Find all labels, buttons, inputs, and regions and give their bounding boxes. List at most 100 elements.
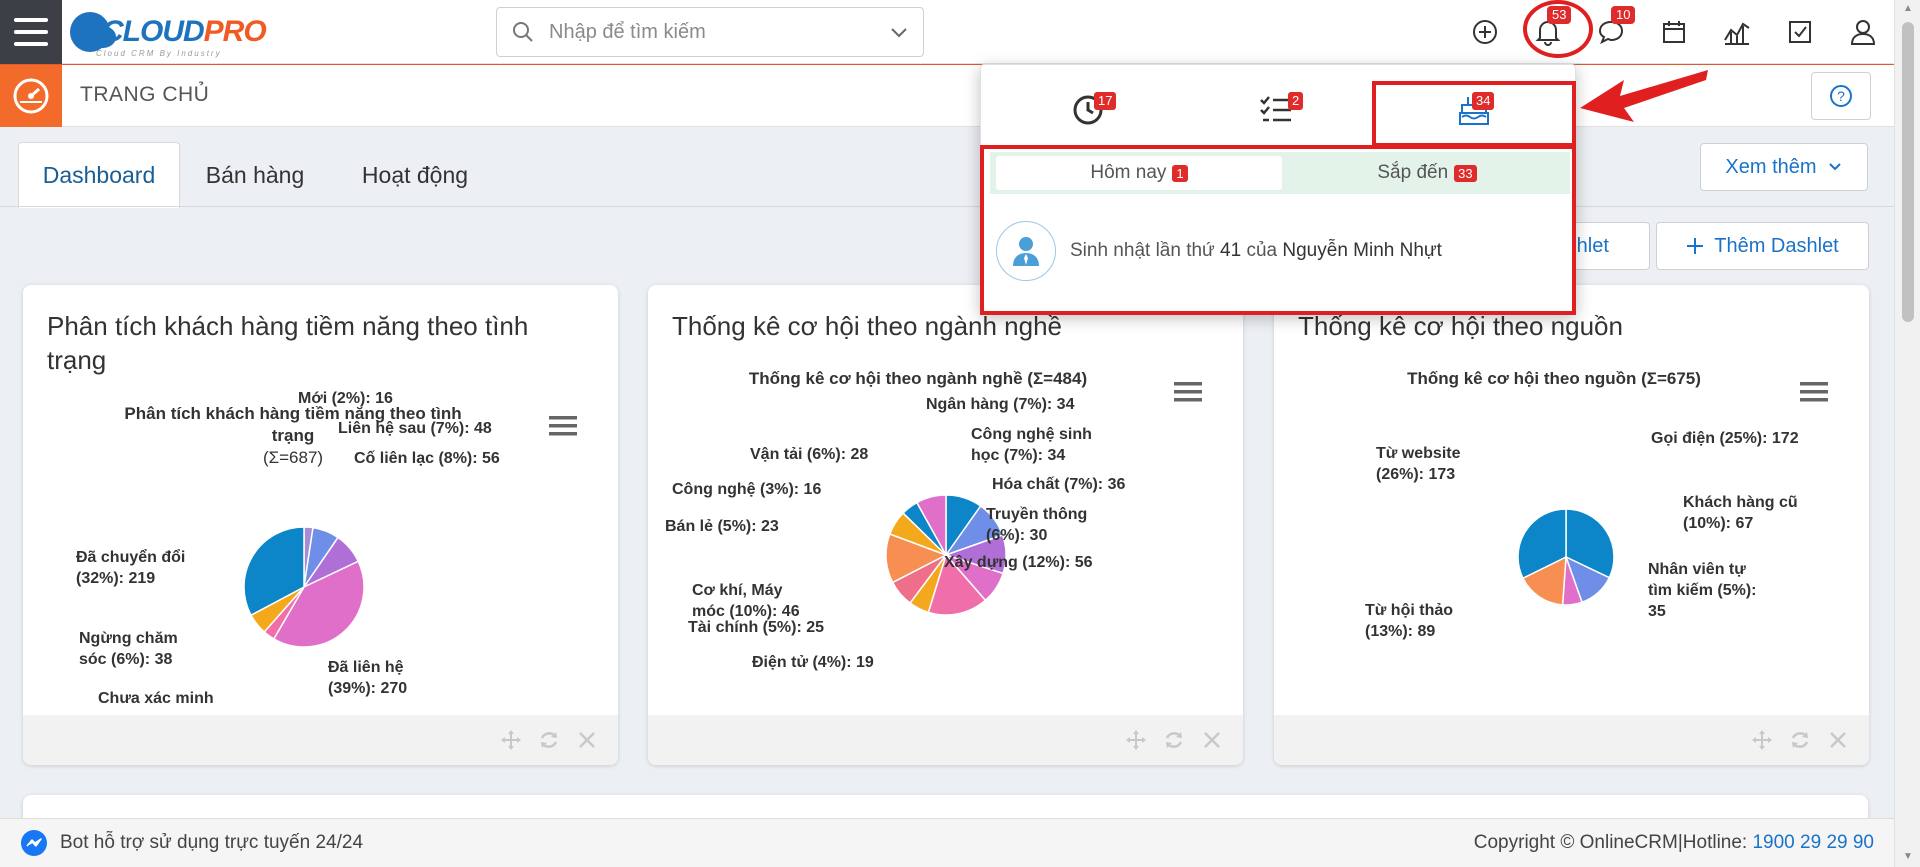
- calendar-icon[interactable]: [1656, 14, 1692, 50]
- pie-chart: Gọi điện (25%): 172 Khách hàng cũ (10%): 6…: [1365, 430, 1799, 640]
- move-icon[interactable]: [1751, 729, 1773, 751]
- logo-tagline: Cloud CRM By Industry: [96, 49, 222, 58]
- pie-data-label: tìm kiếm (5%):: [1648, 582, 1756, 599]
- pie-data-label: sóc (6%): 38: [79, 651, 172, 668]
- pie-data-label: Xây dựng (12%): 56: [944, 554, 1093, 571]
- birthday-person-name[interactable]: Nguyễn Minh Nhựt: [1282, 240, 1442, 261]
- move-icon[interactable]: [500, 729, 522, 751]
- card-footer: [648, 715, 1243, 765]
- subtab-upcoming[interactable]: Sắp đến 33: [1290, 156, 1564, 190]
- pie-data-label: (26%): 173: [1376, 466, 1455, 483]
- footer-bar: Bot hỗ trợ sử dụng trực tuyến 24/24 Copy…: [0, 818, 1894, 867]
- logo-text-part1: CLOUD: [102, 15, 205, 48]
- card-footer: [23, 715, 618, 765]
- copyright: Copyright © OnlineCRM: [1473, 832, 1678, 853]
- add-icon[interactable]: [1467, 14, 1503, 50]
- subtab-upcoming-badge: 33: [1454, 164, 1477, 182]
- pie-data-label: (10%): 67: [1683, 515, 1753, 532]
- pie-data-label: Hóa chất (7%): 36: [992, 476, 1125, 493]
- chevron-down-icon: [1828, 163, 1841, 171]
- subtab-today-badge: 1: [1172, 164, 1188, 182]
- support-bot-text[interactable]: Bot hỗ trợ sử dụng trực tuyến 24/24: [60, 832, 363, 854]
- subtab-today-label: Hôm nay: [1090, 162, 1167, 183]
- scroll-down-arrow[interactable]: ▼: [1902, 852, 1914, 862]
- pie-chart: Mới (2%): 16 Liên hệ sau (7%): 48 Cố liên …: [76, 390, 500, 707]
- app-logo[interactable]: CLOUDPRO Cloud CRM By Industry: [70, 6, 267, 58]
- birthday-prefix: Sinh nhật lần thứ: [1070, 240, 1215, 261]
- svg-text:?: ?: [1837, 88, 1845, 104]
- dashlet-card-opportunity-industry: Thống kê cơ hội theo ngành nghề Thống kê…: [648, 285, 1243, 765]
- card-footer: [1274, 715, 1869, 765]
- menu-icon[interactable]: [0, 0, 62, 64]
- pie-data-label: Từ website: [1376, 445, 1461, 462]
- close-icon[interactable]: [576, 729, 598, 751]
- birthday-subtabs: Hôm nay 1 Sắp đến 33: [990, 152, 1570, 194]
- pie-data-label: (6%): 30: [986, 527, 1047, 544]
- help-icon: ?: [1830, 85, 1852, 107]
- pie-chart: Ngân hàng (7%): 34 Công nghệ sinh học (7%)…: [665, 396, 1125, 671]
- pie-data-label: Ngân hàng (7%): 34: [926, 396, 1075, 413]
- move-icon[interactable]: [1125, 729, 1147, 751]
- scroll-thumb[interactable]: [1902, 22, 1914, 322]
- pie-data-label: Ngừng chăm: [79, 630, 178, 647]
- pie-data-label: (39%): 270: [328, 680, 407, 697]
- pie-data-label: Từ hội thảo: [1365, 602, 1453, 619]
- add-dashlet-button[interactable]: Thêm Dashlet: [1656, 222, 1869, 270]
- messages-badge: 10: [1611, 6, 1636, 24]
- popup-tab-reminders[interactable]: 17: [990, 80, 1186, 140]
- scroll-up-arrow[interactable]: ▲: [1902, 4, 1914, 14]
- help-button[interactable]: ?: [1811, 72, 1871, 120]
- pie-data-label: Khách hàng cũ: [1683, 494, 1798, 511]
- person-icon: [1013, 237, 1039, 266]
- pie-data-label: Đã chuyển đổi: [76, 548, 185, 566]
- subtab-upcoming-label: Sắp đến: [1377, 162, 1449, 183]
- search-input[interactable]: [549, 20, 889, 44]
- pie-data-label: móc (10%): 46: [692, 603, 800, 620]
- logo-text-part2: PRO: [203, 15, 267, 48]
- pie-data-label: Liên hệ sau (7%): 48: [338, 420, 492, 437]
- close-icon[interactable]: [1201, 729, 1223, 751]
- tab-hoat-dong[interactable]: Hoạt động: [340, 142, 490, 208]
- birthdays-count-badge: 34: [1472, 92, 1495, 110]
- pie-data-label: Bán lẻ (5%): 23: [665, 518, 779, 535]
- user-profile-icon[interactable]: [1845, 14, 1881, 50]
- top-bar: CLOUDPRO Cloud CRM By Industry 53 10: [0, 0, 1894, 64]
- more-button-label: Xem thêm: [1725, 155, 1817, 178]
- close-icon[interactable]: [1827, 729, 1849, 751]
- pie-data-label: Cố liên lạc (8%): 56: [354, 450, 500, 467]
- refresh-icon[interactable]: [538, 729, 560, 751]
- search-icon: [513, 22, 533, 42]
- pie-data-label: (13%): 89: [1365, 623, 1435, 640]
- refresh-icon[interactable]: [1163, 729, 1185, 751]
- tasks-count-badge: 2: [1288, 92, 1304, 110]
- pie-data-label: Vận tải (6%): 28: [750, 446, 868, 463]
- hotline-number[interactable]: 1900 29 29 90: [1752, 832, 1874, 853]
- chevron-down-icon[interactable]: [889, 22, 909, 42]
- messenger-icon[interactable]: [20, 829, 48, 857]
- tabs-divider: [0, 206, 1894, 207]
- global-search[interactable]: [496, 7, 924, 57]
- report-chart-icon[interactable]: [1719, 14, 1755, 50]
- tab-dashboard[interactable]: Dashboard: [18, 142, 180, 208]
- birthday-middle: của: [1246, 240, 1278, 261]
- popup-tab-tasks[interactable]: 2: [1178, 80, 1374, 140]
- page-scrollbar[interactable]: ▲ ▼: [1894, 0, 1920, 867]
- pie-data-label: học (7%): 34: [971, 447, 1065, 464]
- popup-tab-birthdays[interactable]: 34: [1376, 80, 1572, 140]
- tab-ban-hang[interactable]: Bán hàng: [190, 142, 320, 208]
- bell-highlight-circle: [1523, 0, 1593, 58]
- pie-data-label: 35: [1648, 603, 1666, 620]
- birthday-list-item[interactable]: Sinh nhật lần thứ 41 của Nguyễn Minh Nhự…: [996, 220, 1566, 282]
- avatar: [996, 221, 1056, 281]
- dashlet-card-lead-status: Phân tích khách hàng tiềm năng theo tình…: [23, 285, 618, 765]
- more-button[interactable]: Xem thêm: [1700, 143, 1868, 191]
- subtab-today[interactable]: Hôm nay 1: [996, 156, 1282, 190]
- pie-data-label: Chưa xác minh: [98, 690, 214, 707]
- pie-data-label: Điện tử (4%): 19: [752, 654, 874, 671]
- dashboard-gauge-icon[interactable]: [0, 65, 62, 127]
- refresh-icon[interactable]: [1789, 729, 1811, 751]
- birthday-text: Sinh nhật lần thứ 41 của Nguyễn Minh Nhự…: [1070, 240, 1442, 262]
- tab-bar: Dashboard Bán hàng Hoạt động: [0, 128, 1894, 208]
- pie-data-label: Công nghệ sinh: [971, 426, 1092, 443]
- task-checkbox-icon[interactable]: [1782, 14, 1818, 50]
